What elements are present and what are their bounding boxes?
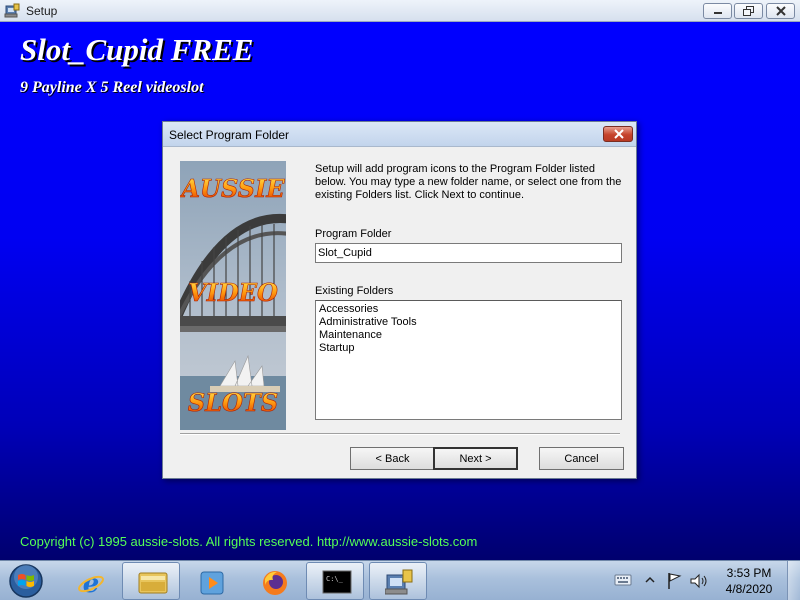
aussie-word: AUSSIE	[180, 174, 285, 203]
clock-date[interactable]: 4/8/2020	[719, 582, 779, 596]
setup-app-icon[interactable]	[4, 3, 20, 19]
taskbar-setup[interactable]	[369, 562, 427, 600]
folder-list-item[interactable]: Administrative Tools	[319, 316, 618, 329]
next-button[interactable]: Next >	[433, 447, 518, 470]
show-hidden-icons-icon[interactable]	[645, 575, 655, 585]
minimize-icon	[714, 12, 722, 14]
taskbar-internet-explorer[interactable]: e	[61, 562, 119, 600]
taskbar-file-explorer[interactable]	[122, 562, 180, 600]
copyright-text: Copyright (c) 1995 aussie-slots. All rig…	[20, 534, 478, 549]
volume-icon[interactable]	[689, 572, 709, 590]
folder-list-item[interactable]: Startup	[319, 342, 618, 355]
dialog-separator	[180, 433, 620, 435]
svg-text:C:\_: C:\_	[326, 575, 344, 583]
aussie-video-slots-image: AUSSIE VIDEO SLOTS	[180, 161, 286, 430]
select-program-folder-dialog: Select Program Folder AUSSIE VIDEO SLOTS…	[162, 121, 637, 479]
taskbar-firefox[interactable]	[245, 562, 303, 600]
clock-time[interactable]: 3:53 PM	[719, 566, 779, 580]
existing-folders-list[interactable]: Accessories Administrative Tools Mainten…	[315, 300, 622, 420]
internet-explorer-icon: e	[78, 569, 104, 597]
dialog-title: Select Program Folder	[169, 128, 290, 142]
video-word: VIDEO	[188, 278, 278, 307]
close-icon	[776, 6, 786, 16]
file-explorer-icon	[138, 572, 168, 594]
svg-text:e: e	[83, 569, 100, 597]
close-window-button[interactable]	[766, 3, 795, 19]
show-desktop-button[interactable]	[787, 561, 800, 600]
taskbar: e C:\_	[0, 560, 800, 600]
dialog-titlebar: Select Program Folder	[163, 122, 636, 147]
close-icon	[614, 129, 624, 139]
cancel-button[interactable]: Cancel	[539, 447, 624, 470]
program-folder-label: Program Folder	[315, 228, 392, 240]
media-player-icon	[200, 571, 224, 595]
minimize-button[interactable]	[703, 3, 732, 19]
back-button[interactable]: < Back	[350, 447, 435, 470]
restore-button[interactable]	[734, 3, 763, 19]
dialog-close-button[interactable]	[603, 126, 633, 142]
folder-list-item[interactable]: Accessories	[319, 303, 618, 316]
start-button[interactable]	[8, 563, 44, 599]
restore-icon	[743, 6, 754, 16]
firefox-icon	[263, 571, 287, 595]
program-folder-input[interactable]	[315, 243, 622, 263]
keyboard-icon[interactable]	[614, 573, 632, 587]
window-titlebar: Setup	[0, 0, 800, 22]
folder-list-item[interactable]: Maintenance	[319, 329, 618, 342]
action-center-flag-icon[interactable]	[666, 572, 682, 590]
command-prompt-icon: C:\_	[322, 570, 352, 594]
product-title: Slot_Cupid FREE	[20, 32, 254, 67]
slots-word: SLOTS	[188, 388, 278, 417]
product-subtitle: 9 Payline X 5 Reel videoslot	[20, 79, 204, 96]
instructions-text: Setup will add program icons to the Prog…	[315, 163, 622, 201]
setup-icon	[385, 569, 413, 595]
window-title: Setup	[26, 4, 58, 18]
existing-folders-label: Existing Folders	[315, 285, 394, 297]
taskbar-media-player[interactable]	[183, 562, 241, 600]
taskbar-command-prompt[interactable]: C:\_	[306, 562, 364, 600]
